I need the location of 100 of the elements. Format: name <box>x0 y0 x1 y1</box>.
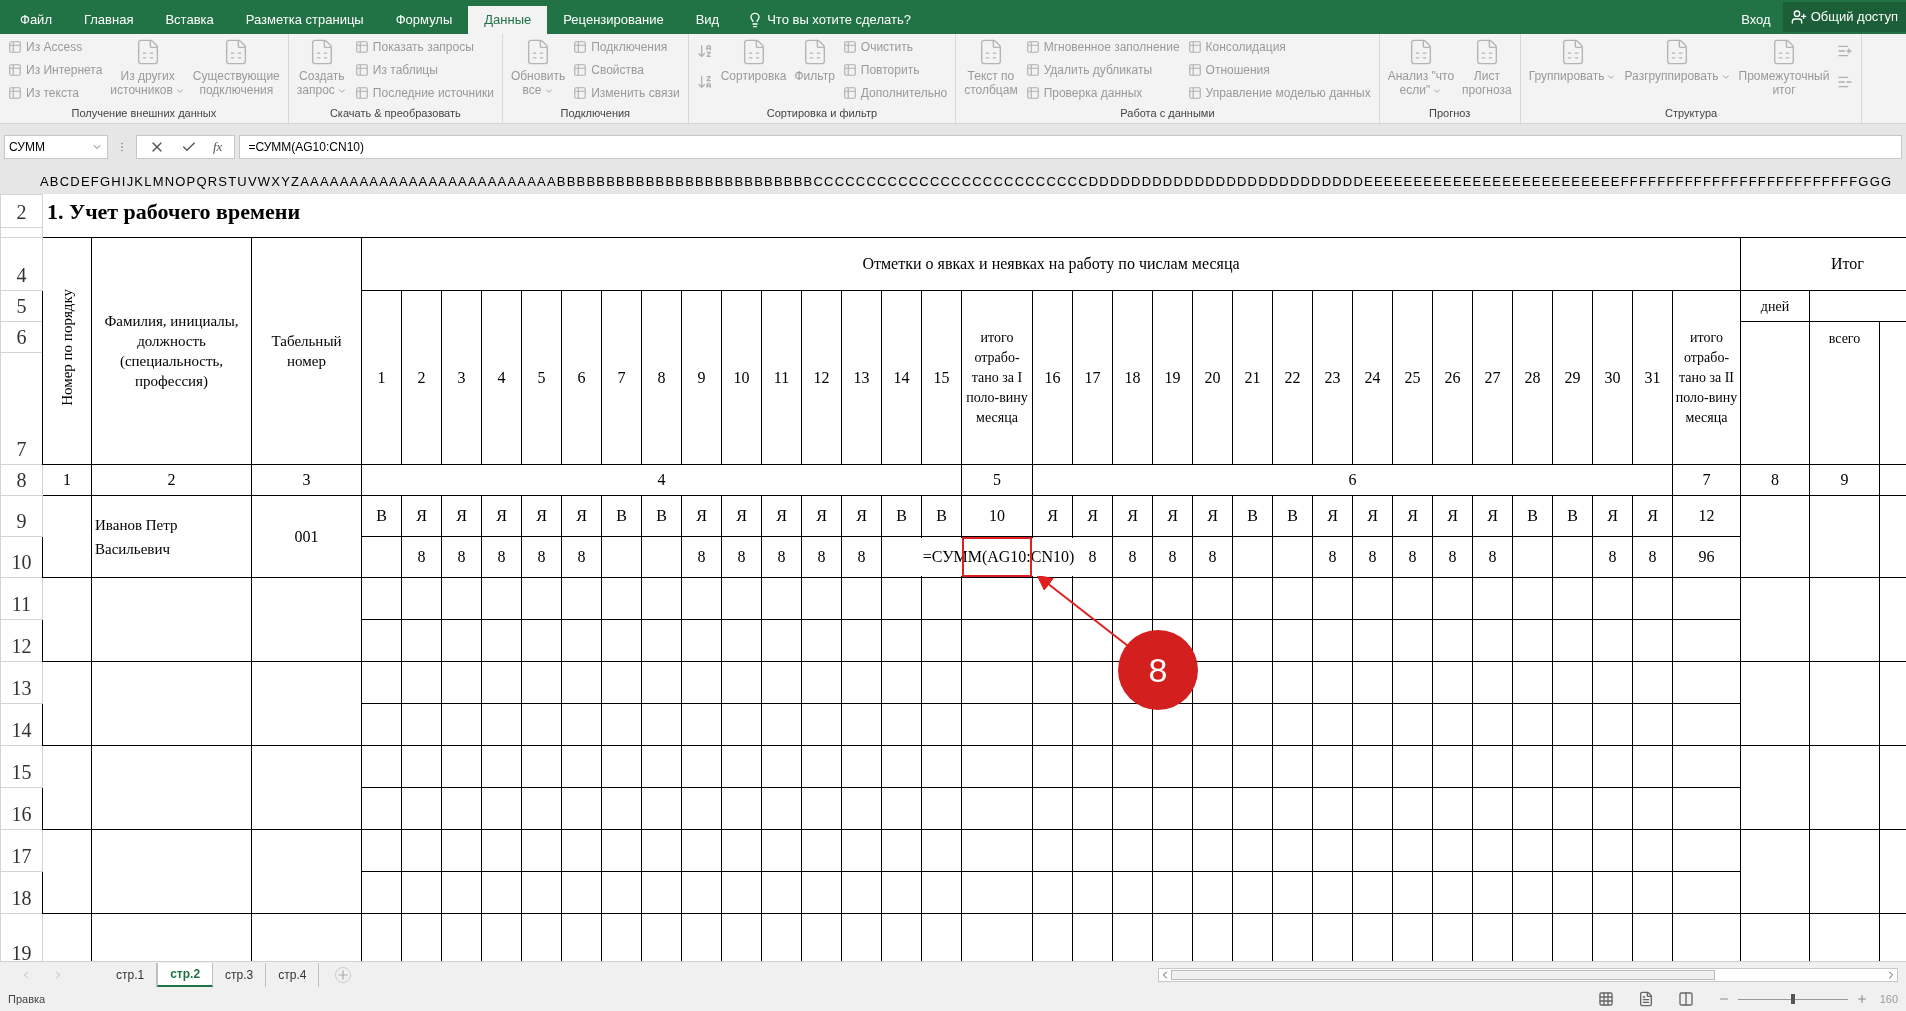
normal-view-icon[interactable] <box>1597 991 1614 1007</box>
table-icon <box>1025 63 1040 77</box>
table-cell: Я <box>416 507 427 524</box>
table-cell: 8 <box>497 548 506 565</box>
row-number[interactable]: 4 <box>16 264 27 286</box>
table-cell: 8 <box>737 548 746 565</box>
table-cell: 8 <box>697 548 706 565</box>
table-cell: 8 <box>1328 548 1337 565</box>
table-cell: 8 <box>1771 471 1779 488</box>
table-icon <box>573 40 588 54</box>
table-icon <box>1187 86 1202 100</box>
table-cell: 8 <box>657 368 666 386</box>
table-cell: 3 <box>457 368 466 386</box>
table-cell: 8 <box>1088 548 1097 565</box>
zoom-in-icon[interactable] <box>1855 993 1868 1005</box>
ribbon-tab[interactable]: Данные <box>468 6 548 34</box>
ribbon-tab[interactable]: Вид <box>679 6 736 34</box>
table-cell: 28 <box>1524 368 1541 386</box>
list-icon <box>1837 74 1854 90</box>
page-layout-icon[interactable] <box>1637 991 1654 1007</box>
table-cell: 23 <box>1324 368 1341 386</box>
ribbon-tab[interactable]: Главная <box>67 6 150 34</box>
table-cell: 8 <box>1128 548 1137 565</box>
table-cell: 10 <box>733 368 750 386</box>
ribbon-tab[interactable]: Вставка <box>149 6 230 34</box>
table-icon <box>573 63 588 77</box>
formula-field[interactable]: =СУММ(AG10:CN10) <box>239 135 1902 159</box>
row-number[interactable]: 6 <box>16 326 27 348</box>
table-cell: Я <box>1367 507 1378 524</box>
ribbon-tab[interactable]: Рецензирование <box>547 6 680 34</box>
ribbon-tab[interactable]: Формулы <box>379 6 469 34</box>
share-button[interactable]: Общий доступ <box>1782 2 1906 32</box>
name-box[interactable]: СУММ <box>4 135 108 159</box>
table-cell: 2 <box>417 368 426 386</box>
table-cell: 8 <box>777 548 786 565</box>
column-headers[interactable]: ABCDEFGHIJKLMNOPQRSTUVWXYZAAAAAAAAAAAAAAAAAAAAAAAAAABBBBBBBBBBBBBBBBBBBBBBBBBBCCCCCCCCCCCCCCCCCCCCCCCCCCDDDDDDDDDDDDDDDDDDDDDDDDDDEEEEEEEEEEEEEEEEEEEEEEEEEEFFFFFFFFFFFFFFFFFFFFFFFFFFGGG <box>40 172 1893 192</box>
table-cell: В <box>376 507 387 524</box>
row-number[interactable]: 7 <box>16 438 27 460</box>
ribbon-group-label: Работа с данными <box>1119 107 1216 121</box>
page-break-icon[interactable] <box>1677 991 1694 1007</box>
function-button[interactable]: fx <box>213 137 223 157</box>
table-cell: Я <box>1487 507 1498 524</box>
zoom-thumb[interactable] <box>1790 994 1795 1004</box>
table-icon <box>354 63 369 77</box>
table-cell: всего <box>1828 331 1861 346</box>
ribbon-group-label: Структура <box>1663 107 1719 121</box>
table-cell: 8 <box>1208 548 1217 565</box>
table-cell: 96 <box>1698 548 1715 565</box>
ribbon-tab[interactable]: Файл <box>4 6 68 34</box>
table-cell: Я <box>1647 507 1658 524</box>
table-cell: 20 <box>1204 368 1221 386</box>
table-cell: В <box>1567 507 1578 524</box>
table-icon <box>1187 40 1202 54</box>
row-number[interactable]: 9 <box>16 510 27 532</box>
table-cell: 8 <box>1168 548 1177 565</box>
row-number[interactable]: 2 <box>16 201 27 223</box>
table-cell: 7 <box>617 368 626 386</box>
horizontal-scrollbar[interactable] <box>1158 967 1898 982</box>
table-cell: 8 <box>1448 548 1457 565</box>
table-icon <box>1187 63 1202 77</box>
sheet-tab[interactable]: стр.3 <box>213 962 267 987</box>
table-cell: 18 <box>1124 368 1141 386</box>
table-cell: дней <box>1760 298 1790 314</box>
table-icon <box>354 40 369 54</box>
table-cell: Фамилия, инициалы, должность (специальность, профессия) <box>104 313 239 389</box>
row-number[interactable]: 8 <box>16 469 27 491</box>
sheet-tab[interactable]: стр.2 <box>157 962 214 987</box>
table-icon <box>354 86 369 100</box>
ribbon-group-label: Скачать & преобразовать <box>328 107 462 121</box>
table-cell: Я <box>576 507 587 524</box>
table-cell: 9 <box>697 368 706 386</box>
table-cell: 8 <box>1488 548 1497 565</box>
table-cell: Я <box>1087 507 1098 524</box>
table-icon <box>8 86 22 100</box>
table-cell: Я <box>1607 507 1618 524</box>
ribbon-group-label: Прогноз <box>1428 107 1472 121</box>
table-cell: 2 <box>167 471 176 488</box>
table-icon <box>842 40 857 54</box>
sheet-tab[interactable]: стр.4 <box>266 962 320 987</box>
table-cell: Табельный номер <box>271 333 342 369</box>
table-cell: 3 <box>302 471 311 488</box>
table-cell: 8 <box>1608 548 1617 565</box>
table-header: Номер по порядку <box>58 289 76 406</box>
ribbon-group-label: Получение внешних данных <box>70 107 218 121</box>
table-cell: 1 <box>63 471 71 488</box>
zoom-slider[interactable] <box>1737 994 1848 1004</box>
tell-me-field[interactable]: Что вы хотите сделать? <box>735 6 923 34</box>
table-cell: Я <box>1327 507 1338 524</box>
ribbon-tab[interactable]: Разметка страницы <box>229 6 380 34</box>
table-cell: 8 <box>857 548 866 565</box>
sign-in-link[interactable]: Вход <box>1729 6 1783 34</box>
table-cell: 8 <box>817 548 826 565</box>
table-cell: 31 <box>1644 368 1661 386</box>
table-cell: 16 <box>1044 368 1061 386</box>
table-cell: 5 <box>537 368 546 386</box>
row-number[interactable]: 19 <box>11 942 32 961</box>
table-cell: 22 <box>1284 368 1301 386</box>
row-number[interactable]: 5 <box>16 295 27 317</box>
table-icon <box>1025 40 1040 54</box>
status-text: Правка <box>8 991 46 1007</box>
